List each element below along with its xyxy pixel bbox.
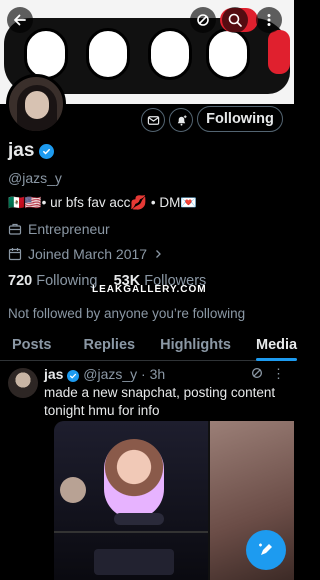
banner-bow-ribbon — [268, 30, 290, 74]
post-text: made a new snapchat, posting content ton… — [44, 385, 276, 418]
back-button[interactable] — [7, 7, 33, 33]
not-followed-text: Not followed by anyone you’re following — [8, 306, 246, 321]
following-button[interactable]: Following — [197, 106, 283, 132]
joined-text: Joined March 2017 — [28, 246, 148, 262]
media-divider — [54, 531, 208, 533]
profile-avatar[interactable] — [6, 74, 66, 134]
profile-tabs: Posts Replies Highlights Media — [0, 333, 298, 361]
verified-icon[interactable] — [39, 143, 55, 159]
joined-row[interactable]: Joined March 2017 — [8, 246, 163, 262]
post-time: · 3h — [141, 366, 166, 382]
tab-posts[interactable]: Posts — [12, 333, 52, 360]
graffiti-letter — [86, 28, 130, 80]
graffiti-letter — [24, 28, 68, 80]
compose-button[interactable] — [246, 530, 286, 570]
tab-highlights[interactable]: Highlights — [160, 333, 231, 360]
grok-button[interactable] — [190, 7, 216, 33]
media-screenshot-image — [54, 421, 208, 580]
my-account-chip — [114, 513, 164, 525]
search-icon — [228, 13, 242, 27]
message-button[interactable] — [141, 108, 165, 132]
graffiti-letter — [148, 28, 192, 80]
following-count: 720 — [8, 273, 33, 289]
profession-row: Entrepreneur — [8, 221, 110, 237]
post-header: jas @jazs_y · 3h — [44, 366, 165, 382]
profile-name-row: jas — [8, 140, 55, 162]
tab-replies[interactable]: Replies — [84, 333, 136, 360]
more-vertical-icon — [267, 14, 271, 26]
post-author-name[interactable]: jas — [44, 366, 63, 382]
tab-media[interactable]: Media — [255, 333, 298, 361]
profile-name: jas — [8, 140, 35, 161]
message-icon — [147, 115, 159, 125]
search-button[interactable] — [222, 7, 248, 33]
bitmoji-image — [104, 439, 164, 519]
snapchat-card — [94, 549, 174, 575]
post-author-avatar[interactable] — [8, 368, 38, 398]
more-vertical-icon[interactable]: ⋮ — [272, 366, 285, 382]
media-avatar — [60, 477, 86, 503]
back-arrow-icon — [14, 14, 26, 26]
avatar-face — [25, 91, 49, 119]
profile-bio: 🇲🇽🇺🇸• ur bfs fav acc💋 • DM💌 — [8, 195, 198, 210]
following-link[interactable]: 720 Following — [8, 273, 97, 289]
watermark: LEAKGALLERY.COM — [92, 284, 207, 295]
following-label: Following — [36, 273, 98, 289]
profile-handle: @jazs_y — [8, 170, 62, 186]
grok-icon — [197, 14, 209, 26]
grok-icon[interactable] — [250, 366, 264, 380]
verified-icon — [67, 370, 80, 382]
post-author-handle[interactable]: @jazs_y — [83, 366, 137, 382]
notifications-button[interactable] — [169, 108, 193, 132]
graffiti-letter — [206, 28, 250, 80]
calendar-icon — [8, 248, 22, 261]
compose-icon — [259, 543, 272, 555]
more-options-button[interactable] — [256, 7, 282, 33]
profession-text[interactable]: Entrepreneur — [28, 221, 110, 237]
bell-plus-icon — [177, 114, 187, 126]
briefcase-icon — [8, 223, 22, 235]
chevron-right-icon — [156, 250, 161, 258]
